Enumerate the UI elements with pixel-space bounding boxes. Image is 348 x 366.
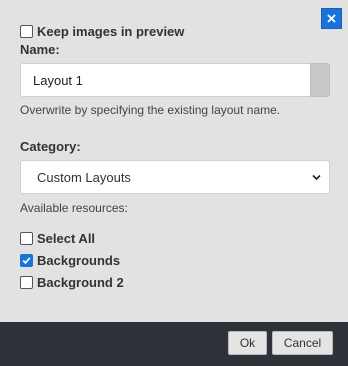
resource-item[interactable]: Select All	[20, 231, 95, 246]
ok-button[interactable]: Ok	[228, 331, 267, 355]
cancel-button[interactable]: Cancel	[272, 331, 333, 355]
chevron-down-icon	[312, 174, 321, 181]
background-2-label: Background 2	[37, 275, 124, 290]
select-all-checkbox[interactable]	[20, 232, 33, 245]
category-label: Category:	[20, 139, 81, 154]
keep-images-checkbox[interactable]	[20, 25, 33, 38]
backgrounds-checkbox[interactable]	[20, 254, 33, 267]
resource-item[interactable]: Background 2	[20, 275, 124, 290]
background-2-checkbox[interactable]	[20, 276, 33, 289]
select-all-label: Select All	[37, 231, 96, 246]
name-input-value: Layout 1	[33, 72, 83, 88]
keep-images-option[interactable]: Keep images in preview	[20, 24, 184, 39]
name-label: Name:	[20, 42, 60, 57]
close-button[interactable]	[321, 8, 342, 29]
category-select[interactable]: Custom Layouts	[20, 160, 330, 194]
name-input-addon[interactable]	[310, 63, 330, 97]
category-selected-value: Custom Layouts	[37, 169, 131, 185]
resource-item[interactable]: Backgrounds	[20, 253, 120, 268]
keep-images-label: Keep images in preview	[37, 24, 185, 39]
resources-label: Available resources:	[20, 201, 128, 215]
backgrounds-label: Backgrounds	[37, 253, 121, 268]
name-hint: Overwrite by specifying the existing lay…	[20, 103, 281, 117]
close-icon	[327, 14, 336, 23]
name-input[interactable]: Layout 1	[20, 63, 310, 97]
checkmark-icon	[22, 257, 31, 265]
